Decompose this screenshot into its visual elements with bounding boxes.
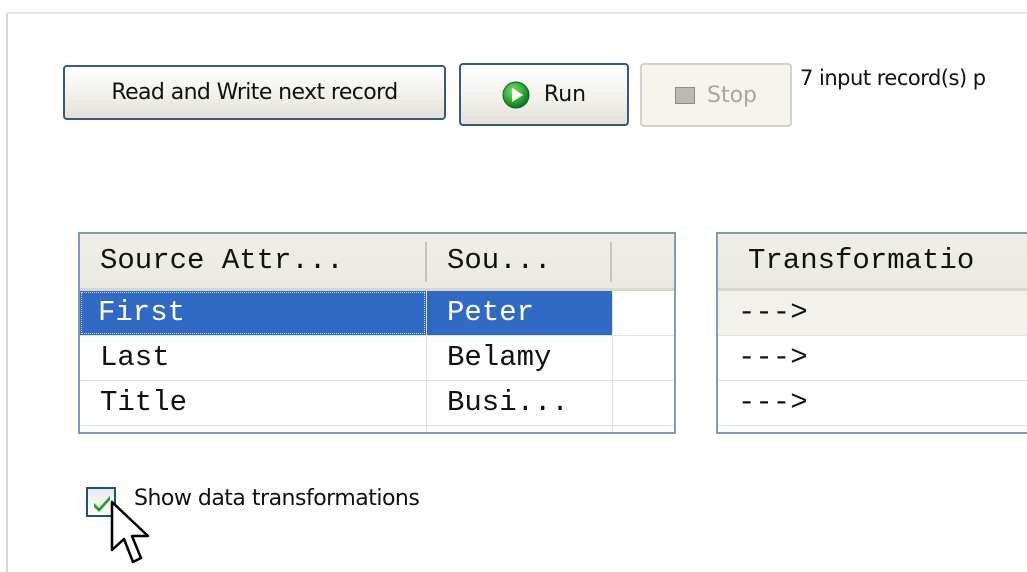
transformation-table-header: Transformatio [718,234,1027,291]
table-row[interactable]: First Peter [80,291,674,336]
mouse-pointer-icon [110,500,150,564]
table-row[interactable]: ---> [718,336,1027,381]
transformation-table[interactable]: Transformatio ---> ---> ---> [716,232,1027,434]
cell-transformation[interactable]: ---> [718,381,1027,425]
run-button[interactable]: Run [459,63,629,126]
read-write-next-record-label: Read and Write next record [111,80,398,105]
column-header-source-attribute[interactable]: Source Attr... [80,234,425,288]
table-row[interactable]: ---> [718,291,1027,336]
source-attributes-table[interactable]: Source Attr... Sou... First Peter Last B… [78,232,676,434]
panel-left-border [6,14,8,572]
read-write-next-record-button[interactable]: Read and Write next record [63,65,446,120]
cell-value[interactable]: Peter [427,291,612,335]
play-circle-icon [502,81,530,108]
cell-attribute[interactable]: First [80,291,426,335]
cell-attribute[interactable]: Last [80,336,426,380]
cell-transformation[interactable]: ---> [718,291,1027,335]
run-label: Run [543,82,587,107]
column-separator[interactable] [610,242,612,282]
cell-value[interactable]: Belamy [427,336,612,380]
stop-square-icon [674,86,695,104]
column-header-transformation[interactable]: Transformatio [718,234,1027,288]
cell-attribute[interactable]: Title [80,381,426,425]
column-header-source-value[interactable]: Sou... [427,234,610,288]
table-row[interactable]: Last Belamy [80,336,674,381]
table-row[interactable]: Title Busi... [80,381,674,426]
stop-button[interactable]: Stop [640,63,792,127]
stop-label: Stop [706,82,757,108]
table-row[interactable]: ---> [718,381,1027,426]
cell-value[interactable]: Busi... [427,381,612,425]
panel-top-border [6,12,1027,14]
source-table-header: Source Attr... Sou... [80,234,674,291]
cell-transformation[interactable]: ---> [718,336,1027,380]
show-transformations-label[interactable]: Show data transformations [134,486,420,511]
status-text: 7 input record(s) p [800,66,986,90]
